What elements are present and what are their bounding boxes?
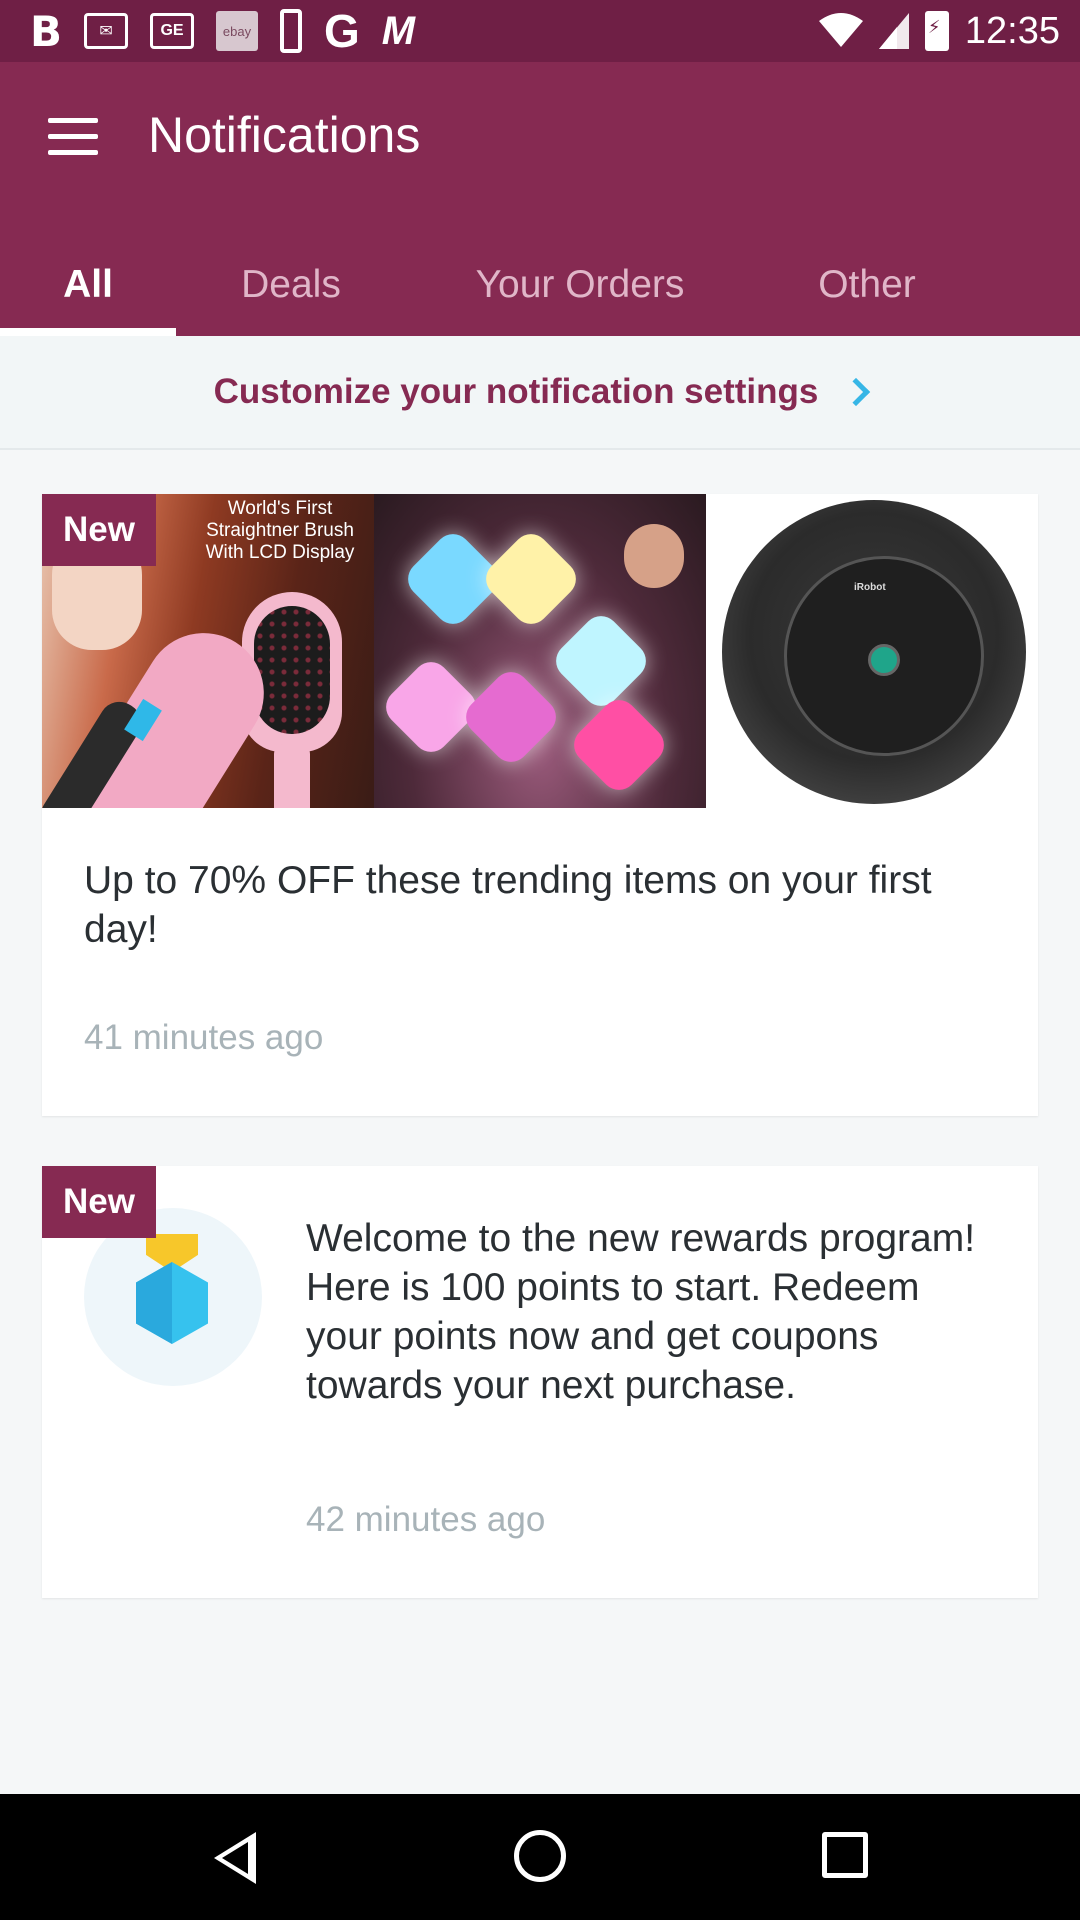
clock: 12:35 [964,9,1060,52]
ge-icon: GE [150,13,195,49]
wifi-icon [818,13,863,47]
gmail-icon: ✉ [84,13,129,49]
system-icons: 12:35 [818,8,1060,54]
menu-icon[interactable] [48,118,98,158]
new-badge: New [42,1166,156,1238]
tab-indicator [0,328,176,336]
notification-title: Up to 70% OFF these trending items on yo… [84,859,932,951]
tab-your-orders[interactable]: Your Orders [430,234,730,336]
ebay-icon: ebay [216,11,259,51]
customize-notification-settings-link[interactable]: Customize your notification settings [0,336,1080,450]
robot-brand-label: iRobot [854,582,886,593]
tab-bar: All Deals Your Orders Other [0,234,1080,336]
system-nav-bar [0,1794,1080,1920]
star-pillows-image [374,494,706,808]
tab-deals[interactable]: Deals [176,234,406,336]
notification-timestamp: 42 minutes ago [306,1500,546,1539]
m-app-icon: M [381,8,416,53]
notification-title: Welcome to the new rewards program! Here… [306,1217,976,1407]
phone-icon [280,9,303,53]
robot-vacuum-image: iRobot [706,494,1038,808]
promo-caption: World's First Straightner Brush With LCD… [205,498,355,563]
status-bar: B ✉ GE ebay G M 12:35 [0,0,1080,62]
battery-charging-icon [924,11,949,51]
tab-other[interactable]: Other [760,234,974,336]
page-title: Notifications [148,107,421,163]
app-bar: Notifications All Deals Your Orders Othe… [0,62,1080,336]
signal-icon [878,13,909,49]
notification-card[interactable]: World's First Straightner Brush With LCD… [42,494,1038,1116]
notification-icons: B ✉ GE ebay G M [30,5,416,57]
b-app-icon: B [30,6,63,56]
deal-banner-image: World's First Straightner Brush With LCD… [42,494,1038,808]
customize-label: Customize your notification settings [213,372,819,411]
google-icon: G [324,5,360,57]
home-icon[interactable] [514,1830,566,1882]
chevron-right-icon [842,377,871,407]
recents-icon[interactable] [822,1832,868,1878]
tab-all[interactable]: All [0,234,176,336]
new-badge: New [42,494,156,566]
notification-card[interactable]: New Welcome to the new rewards program! … [42,1166,1038,1598]
notification-timestamp: 41 minutes ago [84,1018,324,1057]
